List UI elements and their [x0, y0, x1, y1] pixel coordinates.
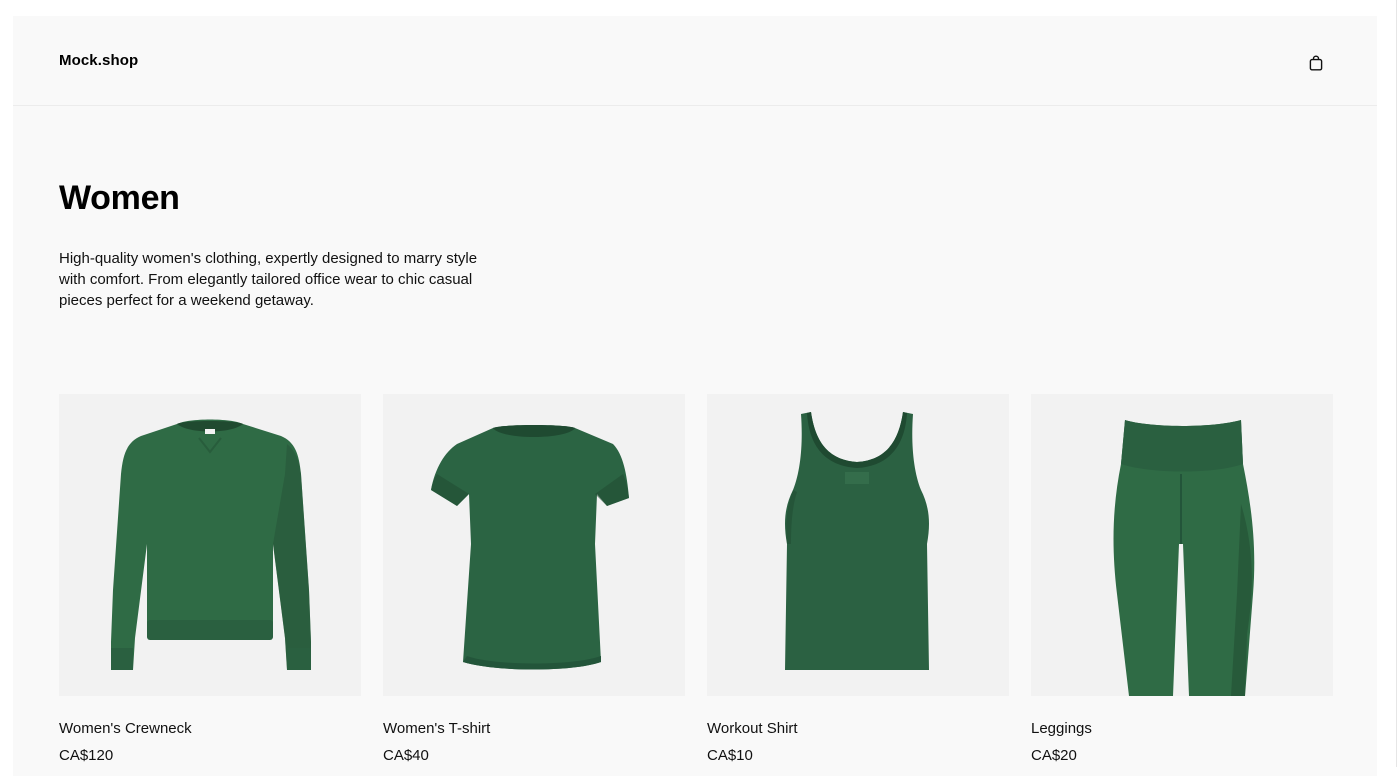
product-name[interactable]: Women's T-shirt	[383, 720, 490, 737]
cart-button[interactable]	[1303, 50, 1329, 76]
product-image[interactable]	[59, 394, 361, 696]
green-crewneck-sweater-image	[111, 419, 311, 670]
site-header: Mock.shop	[13, 16, 1377, 106]
storefront-page: Mock.shop Women High-quality women's clo…	[13, 16, 1377, 776]
product-card-womens-crewneck[interactable]: Women's Crewneck CA$120	[59, 394, 361, 764]
window-edge	[1396, 0, 1397, 767]
product-card-leggings[interactable]: Leggings CA$20	[1031, 394, 1333, 764]
product-card-workout-shirt[interactable]: Workout Shirt CA$10	[707, 394, 1009, 764]
product-image[interactable]	[1031, 394, 1333, 696]
green-tank-top-image	[785, 412, 929, 670]
product-price: CA$120	[59, 747, 114, 764]
product-name[interactable]: Leggings	[1031, 720, 1092, 737]
product-price: CA$40	[383, 747, 429, 764]
product-price: CA$20	[1031, 747, 1077, 764]
product-name[interactable]: Women's Crewneck	[59, 720, 192, 737]
product-name[interactable]: Workout Shirt	[707, 720, 798, 737]
collection-title: Women	[59, 179, 180, 217]
site-logo[interactable]: Mock.shop	[59, 52, 138, 69]
product-card-womens-t-shirt[interactable]: Women's T-shirt CA$40	[383, 394, 685, 764]
collection-description: High-quality women's clothing, expertly …	[59, 250, 478, 309]
product-image[interactable]	[707, 394, 1009, 696]
green-t-shirt-image	[431, 425, 629, 670]
product-price: CA$10	[707, 747, 753, 764]
green-leggings-image	[1113, 420, 1255, 696]
shopping-bag-icon	[1309, 55, 1323, 71]
product-image[interactable]	[383, 394, 685, 696]
product-grid: Women's Crewneck CA$120 Women's T-shirt …	[59, 394, 1334, 784]
